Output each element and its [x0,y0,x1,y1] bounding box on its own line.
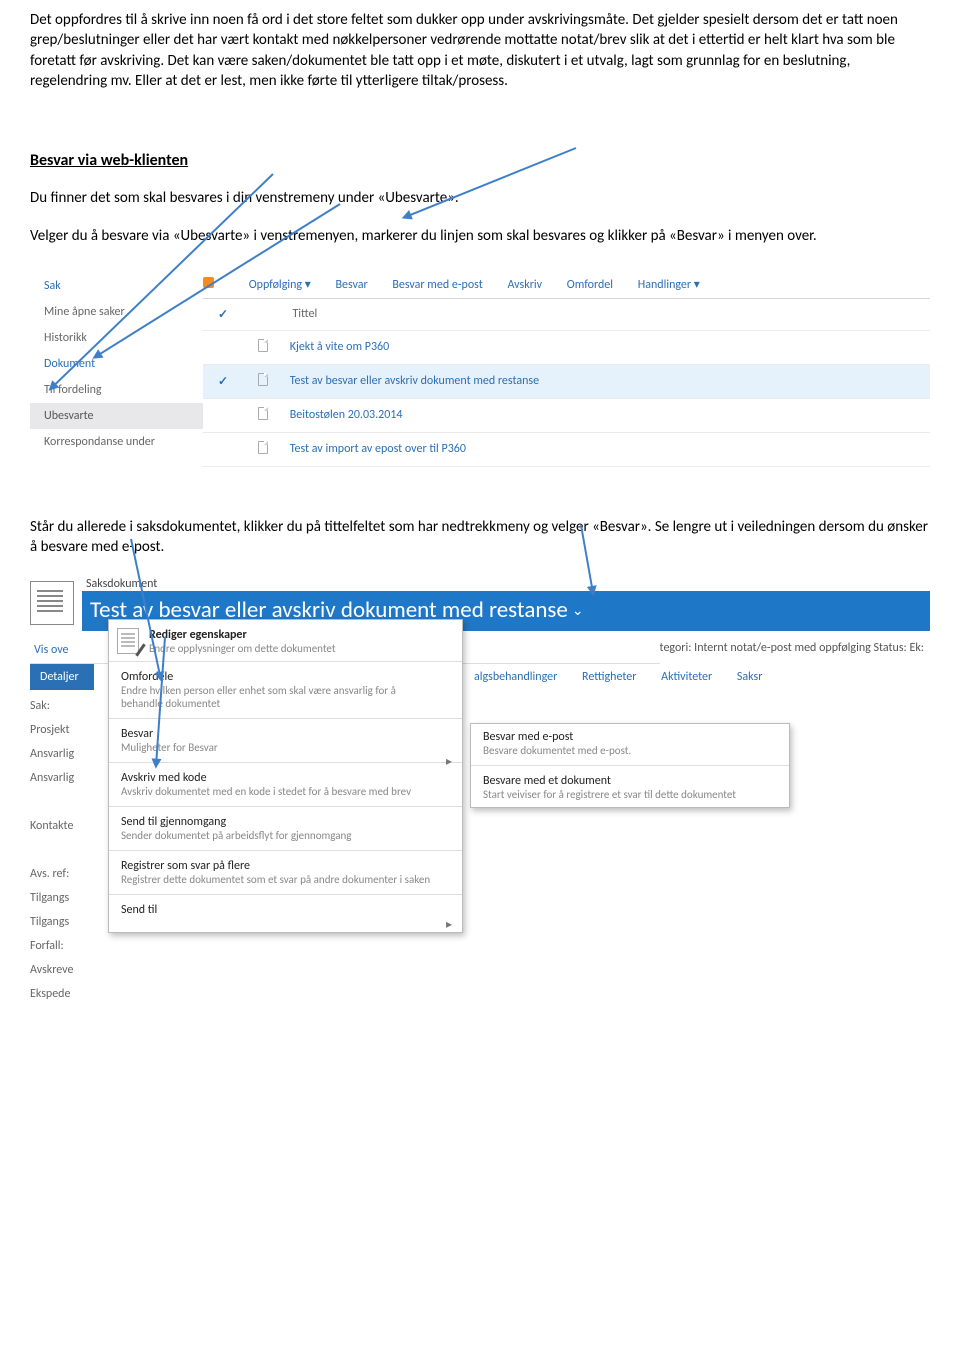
document-large-icon [30,581,74,625]
sidebar-item[interactable]: Historikk [30,325,203,351]
table-row[interactable]: Test av import av epost over til P360 [203,433,930,467]
screenshot-saksdokument: Saksdokument Test av besvar eller avskri… [30,577,930,1006]
document-icon [258,373,268,386]
table-header: ✓ Tittel [203,299,930,331]
submenu-item-besvar-dokument[interactable]: Besvare med et dokumentStart veiviser fo… [471,768,789,807]
heading-besvar-web: Besvar via web-klienten [30,151,930,170]
menu-avskriv[interactable]: Avskriv [507,278,542,292]
sidebar-heading: Sak [30,273,203,299]
edit-document-icon [117,628,139,654]
paragraph-1: Det oppfordres til å skrive inn noen få … [30,10,930,91]
menu-besvar-epost[interactable]: Besvar med e-post [392,278,482,292]
menu-item-besvar[interactable]: BesvarMuligheter for Besvar [109,721,462,760]
table-row[interactable]: Beitostølen 20.03.2014 [203,399,930,433]
paragraph-2: Du finner det som skal besvares i din ve… [30,188,930,208]
table-row-selected[interactable]: ✓ Test av besvar eller avskriv dokument … [203,365,930,399]
document-icon [258,339,268,352]
sidebar-item[interactable]: Dokument [30,351,203,377]
tab-item[interactable]: algsbehandlinger [474,670,557,684]
paragraph-3: Velger du å besvare via «Ubesvarte» i ve… [30,226,930,246]
paragraph-4: Står du allerede i saksdokumentet, klikk… [30,517,930,558]
view-label[interactable]: Vis ove [30,637,100,663]
menu-item-avskriv-kode[interactable]: Avskriv med kodeAvskriv dokumentet med e… [109,765,462,804]
menu-item-registrer-svar[interactable]: Registrer som svar på flereRegistrer det… [109,853,462,892]
submenu-item-besvar-epost[interactable]: Besvar med e-postBesvare dokumentet med … [471,724,789,763]
tab-item[interactable]: Rettigheter [582,670,636,684]
table-row[interactable]: Kjekt å vite om P360 [203,331,930,365]
meta-text: tegori: Internt notat/e-post med oppfølg… [660,631,930,655]
document-icon [258,441,268,454]
screenshot-ubesvarte-list: Sak Mine åpne saker Historikk Dokument T… [30,267,930,467]
menu-oppfolging[interactable]: Oppfølging ▾ [249,277,311,292]
menu-item-send-gjennomgang[interactable]: Send til gjennomgangSender dokumentet på… [109,809,462,848]
toolbar: Oppfølging ▾ Besvar Besvar med e-post Av… [203,273,930,299]
sidebar-item[interactable]: Mine åpne saker [30,299,203,325]
tab-item[interactable]: Aktiviteter [661,670,712,684]
breadcrumb-label: Saksdokument [86,577,930,591]
menu-item-send-til[interactable]: Send til [109,897,462,923]
menu-omfordel[interactable]: Omfordel [567,278,613,292]
tab-detaljer[interactable]: Detaljer [30,664,94,690]
menu-handlinger[interactable]: Handlinger ▾ [638,277,700,292]
sidebar-item[interactable]: Korrespondanse under [30,429,203,455]
tab-item[interactable]: Saksr [737,670,762,684]
chevron-down-icon: ⌄ [572,602,584,619]
document-icon [258,407,268,420]
menu-besvar[interactable]: Besvar [336,278,368,292]
sidebar-item-ubesvarte[interactable]: Ubesvarte [30,403,203,429]
submenu-besvar: Besvar med e-postBesvare dokumentet med … [470,723,790,808]
